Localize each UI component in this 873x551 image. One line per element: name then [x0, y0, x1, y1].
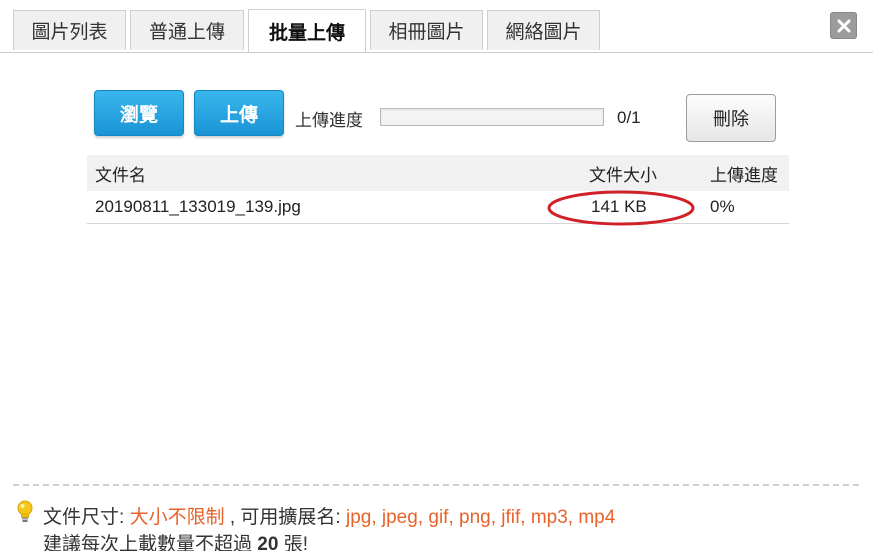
- file-size: 141 KB: [591, 197, 647, 216]
- header-filesize: 文件大小: [589, 165, 657, 185]
- advice-prefix: 建議每次上載數量不超過: [43, 534, 258, 551]
- upload-button[interactable]: 上傳: [194, 90, 284, 136]
- advice-count: 20: [257, 534, 279, 551]
- close-button[interactable]: [830, 12, 857, 39]
- upload-dialog: 圖片列表 普通上傳 批量上傳 相冊圖片 網絡圖片 瀏覽 上傳 上傳進度 0/1 …: [0, 0, 873, 551]
- file-name: 20190811_133019_139.jpg: [95, 197, 301, 216]
- extension-label: , 可用擴展名:: [224, 507, 346, 528]
- tab-album-images[interactable]: 相冊圖片: [370, 10, 483, 50]
- close-icon: [837, 19, 850, 32]
- lightbulb-icon: [17, 500, 33, 522]
- upload-progress-bar: [380, 108, 604, 126]
- tab-batch-upload[interactable]: 批量上傳: [248, 9, 366, 52]
- table-header: 文件名 文件大小 上傳進度: [87, 155, 789, 191]
- file-requirements-text: 文件尺寸: 大小不限制 , 可用擴展名: jpg, jpeg, gif, png…: [43, 502, 615, 529]
- browse-button[interactable]: 瀏覽: [94, 90, 184, 136]
- header-progress: 上傳進度: [710, 165, 778, 185]
- footer-divider: [13, 484, 859, 486]
- upload-advice-text: 建議每次上載數量不超過 20 張!: [43, 529, 308, 551]
- file-table: 文件名 文件大小 上傳進度 20190811_133019_139.jpg 14…: [87, 155, 789, 224]
- extension-value: jpg, jpeg, gif, png, jfif, mp3, mp4: [345, 507, 616, 528]
- file-progress: 0%: [710, 197, 735, 216]
- tab-bar: 圖片列表 普通上傳 批量上傳 相冊圖片 網絡圖片: [0, 0, 873, 53]
- header-filename: 文件名: [95, 165, 146, 185]
- delete-button[interactable]: 刪除: [686, 94, 776, 142]
- table-row[interactable]: 20190811_133019_139.jpg 141 KB 0%: [87, 191, 789, 224]
- advice-suffix: 張!: [278, 534, 308, 551]
- tab-normal-upload[interactable]: 普通上傳: [130, 10, 244, 50]
- size-label: 文件尺寸:: [43, 507, 130, 528]
- tab-network-images[interactable]: 網絡圖片: [487, 10, 600, 50]
- progress-count: 0/1: [617, 108, 641, 127]
- size-value: 大小不限制: [129, 507, 225, 528]
- tab-image-list[interactable]: 圖片列表: [13, 10, 126, 50]
- progress-label: 上傳進度: [295, 111, 363, 130]
